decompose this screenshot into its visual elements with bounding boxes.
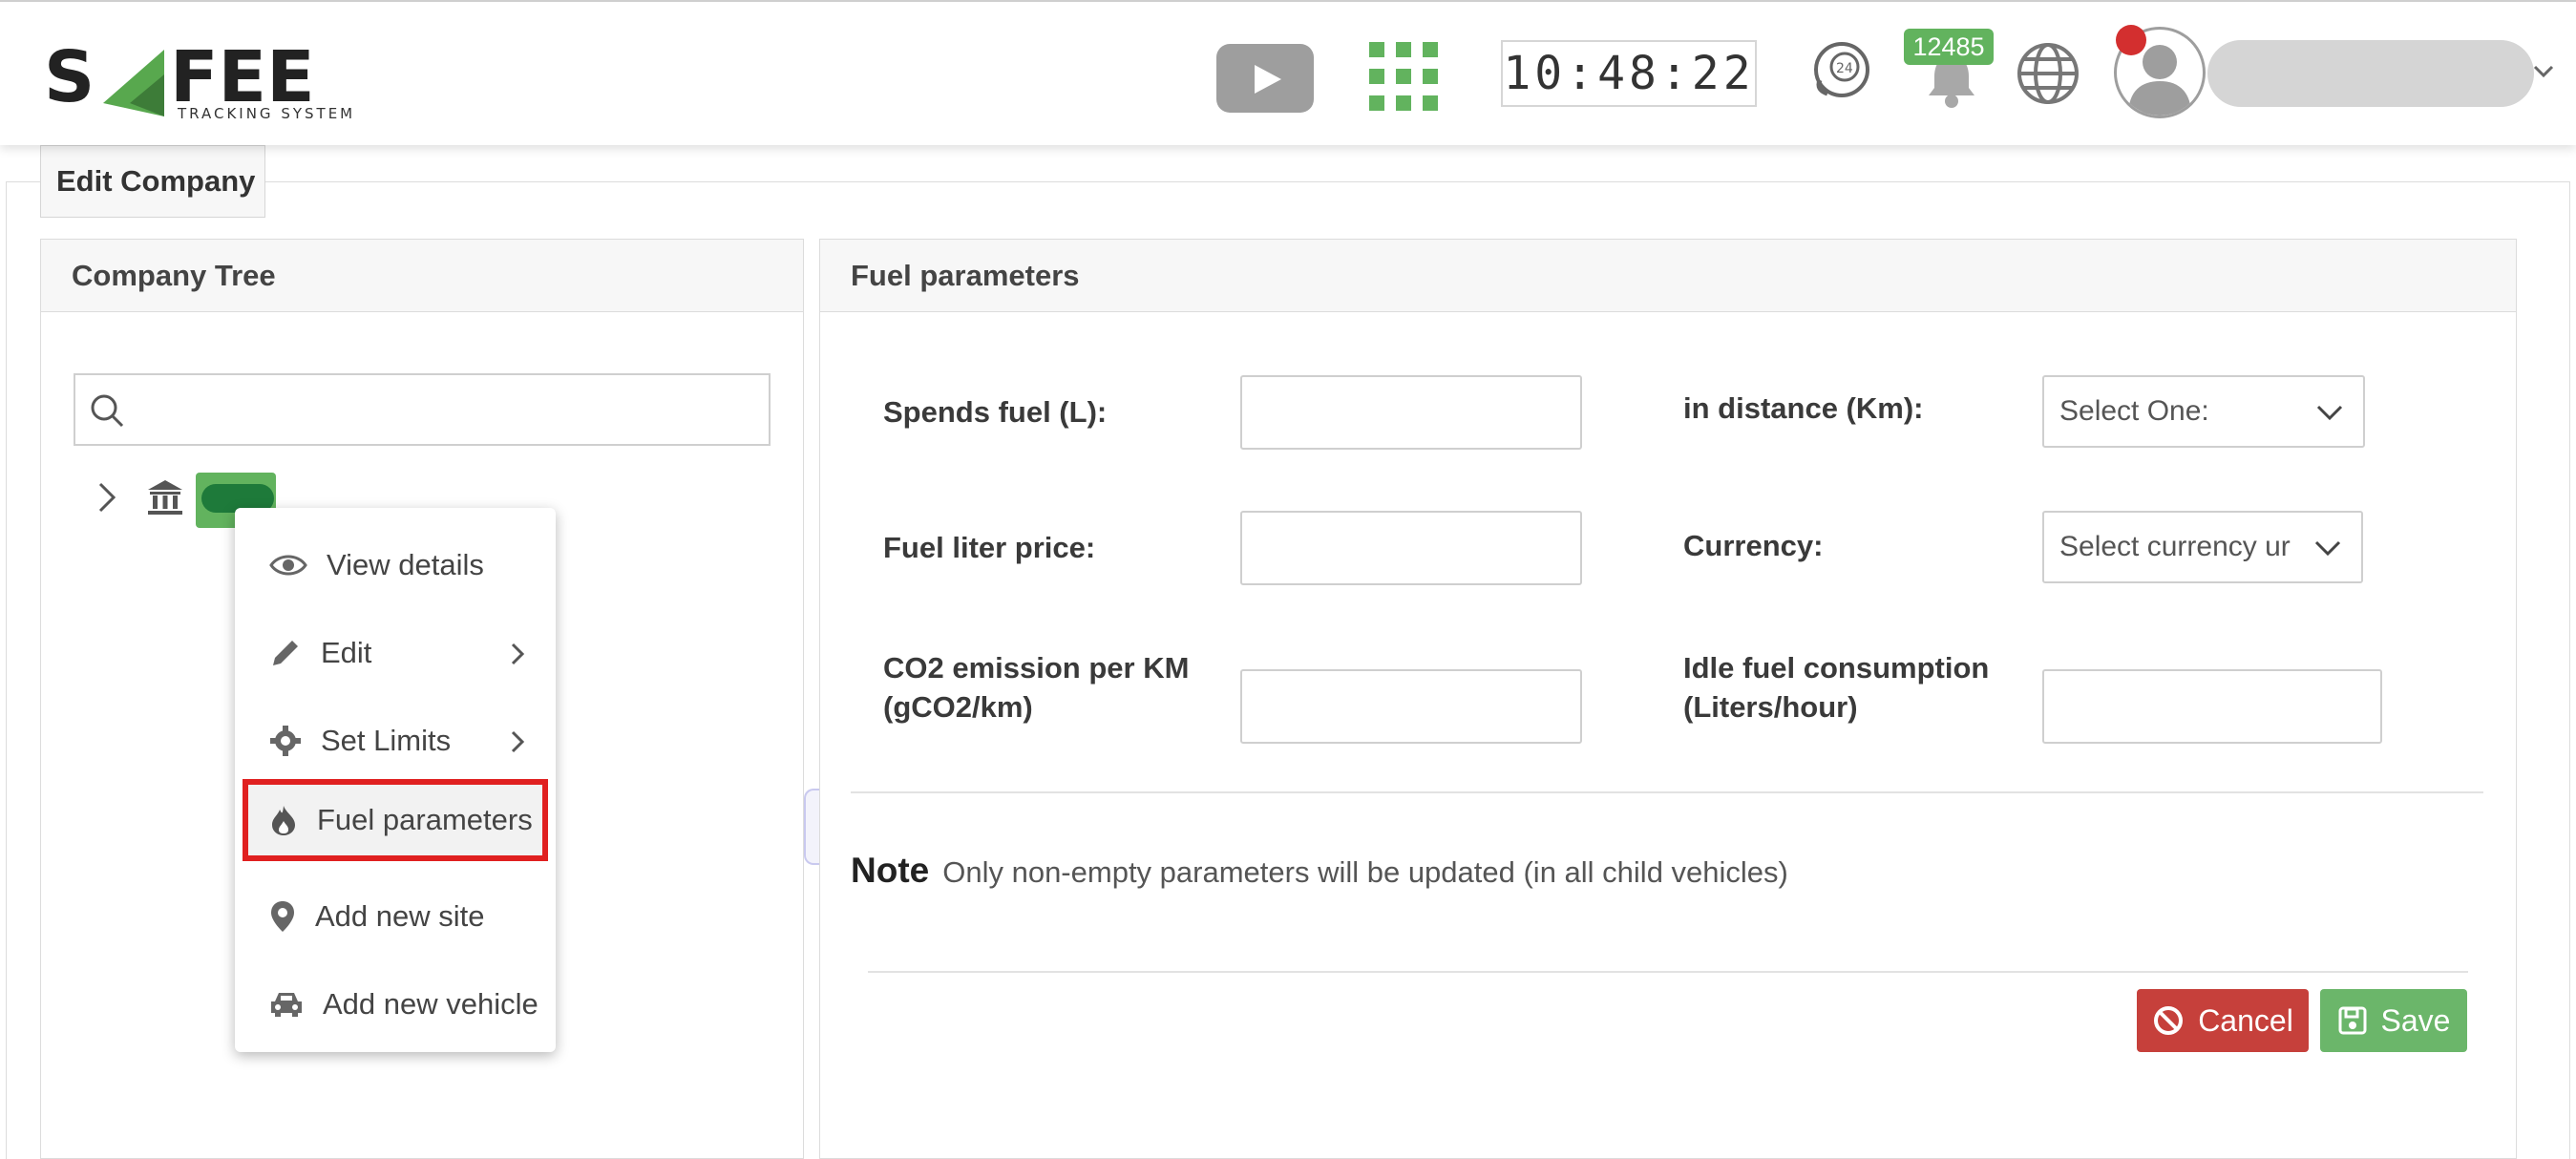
- svg-text:24: 24: [1836, 61, 1853, 76]
- logo[interactable]: S FEE TRACKING SYSTEM: [44, 36, 359, 128]
- note: Note Only non-empty parameters will be u…: [851, 851, 1788, 891]
- apps-grid-button[interactable]: [1367, 40, 1440, 113]
- currency-select[interactable]: Select currency ur: [2042, 511, 2363, 583]
- divider: [868, 971, 2468, 973]
- cancel-button[interactable]: Cancel: [2137, 989, 2309, 1052]
- divider: [851, 791, 2483, 793]
- map-pin-icon: [271, 901, 294, 932]
- save-button-label: Save: [2380, 1002, 2451, 1038]
- play-icon: [1255, 65, 1281, 94]
- chevron-down-icon[interactable]: [2532, 59, 2555, 82]
- note-title: Note: [851, 851, 930, 890]
- menu-item-label: Add new vehicle: [323, 987, 538, 1021]
- chevron-down-icon: [2316, 405, 2343, 421]
- pencil-icon: [273, 641, 298, 665]
- menu-item-add-new-site[interactable]: Add new site: [243, 880, 548, 953]
- currency-select-value: Select currency ur: [2059, 531, 2291, 562]
- user-status-dot: [2116, 25, 2146, 55]
- tree-search-input[interactable]: [74, 373, 771, 446]
- ban-icon: [2154, 1006, 2184, 1035]
- menu-item-label: View details: [327, 548, 484, 581]
- idle-fuel-label: Idle fuel consumption (Liters/hour): [1683, 648, 2027, 727]
- menu-item-label: Set Limits: [321, 724, 452, 757]
- company-bank-icon: [148, 480, 182, 515]
- company-tree-header: Company Tree: [41, 240, 803, 312]
- menu-item-set-limits[interactable]: Set Limits: [243, 705, 548, 777]
- menu-item-view-details[interactable]: View details: [243, 529, 548, 601]
- spends-fuel-label: Spends fuel (L):: [883, 395, 1108, 429]
- edit-company-tab[interactable]: Edit Company: [40, 145, 265, 218]
- menu-item-edit[interactable]: Edit: [243, 617, 548, 689]
- fuel-parameters-header: Fuel parameters: [820, 240, 2516, 312]
- chevron-down-icon: [2314, 540, 2341, 557]
- car-icon: [271, 993, 302, 1017]
- save-button[interactable]: Save: [2320, 989, 2467, 1052]
- clock-display: 10:48:22: [1501, 40, 1757, 107]
- svg-text:S: S: [44, 36, 95, 118]
- in-distance-select-value: Select One:: [2059, 395, 2209, 427]
- idle-fuel-label-line2: (Liters/hour): [1683, 690, 1858, 724]
- co2-emission-label: CO2 emission per KM (gCO2/km): [883, 648, 1208, 727]
- gear-icon: [270, 726, 301, 756]
- co2-emission-input[interactable]: [1240, 669, 1582, 744]
- idle-fuel-label-line1: Idle fuel consumption: [1683, 651, 1990, 685]
- chevron-right-icon: [511, 643, 525, 665]
- logo-tagline: TRACKING SYSTEM: [178, 105, 356, 122]
- menu-item-label: Fuel parameters: [317, 803, 533, 836]
- play-video-button[interactable]: [1216, 44, 1314, 113]
- note-text: Only non-empty parameters will be update…: [942, 855, 1788, 889]
- fuel-liter-price-label: Fuel liter price:: [883, 531, 1096, 564]
- flame-icon: [272, 806, 295, 835]
- in-distance-label: in distance (Km):: [1683, 391, 1924, 425]
- support-24-button[interactable]: 24: [1810, 38, 1873, 101]
- menu-item-label: Add new site: [315, 899, 485, 933]
- eye-icon: [269, 555, 307, 576]
- context-menu: View details Edit Set Limits Fuel parame…: [235, 508, 556, 1052]
- spends-fuel-input[interactable]: [1240, 375, 1582, 450]
- co2-emission-label-line2: (gCO2/km): [883, 690, 1033, 724]
- language-button[interactable]: [2015, 40, 2081, 107]
- fuel-liter-price-input[interactable]: [1240, 511, 1582, 585]
- idle-fuel-input[interactable]: [2042, 669, 2382, 744]
- search-icon: [91, 394, 124, 428]
- apps-grid-icon: [1369, 42, 1438, 111]
- currency-label: Currency:: [1683, 529, 1824, 562]
- in-distance-select[interactable]: Select One:: [2042, 375, 2365, 448]
- chevron-right-icon: [511, 730, 525, 753]
- notification-count-badge: 12485: [1904, 29, 1994, 65]
- globe-icon: [2017, 43, 2079, 104]
- cancel-button-label: Cancel: [2198, 1002, 2293, 1038]
- menu-item-fuel-parameters[interactable]: Fuel parameters: [243, 779, 548, 861]
- floppy-disk-icon: [2338, 1006, 2367, 1035]
- user-name-redacted[interactable]: [2207, 40, 2534, 107]
- tree-expand-chevron-icon[interactable]: [93, 478, 121, 516]
- top-header: S FEE TRACKING SYSTEM 10:48:22 24 12485: [0, 0, 2576, 145]
- menu-item-label: Edit: [321, 636, 372, 669]
- co2-emission-label-line1: CO2 emission per KM: [883, 651, 1190, 685]
- menu-item-add-new-vehicle[interactable]: Add new vehicle: [243, 968, 548, 1041]
- support-24-icon: 24: [1814, 42, 1869, 97]
